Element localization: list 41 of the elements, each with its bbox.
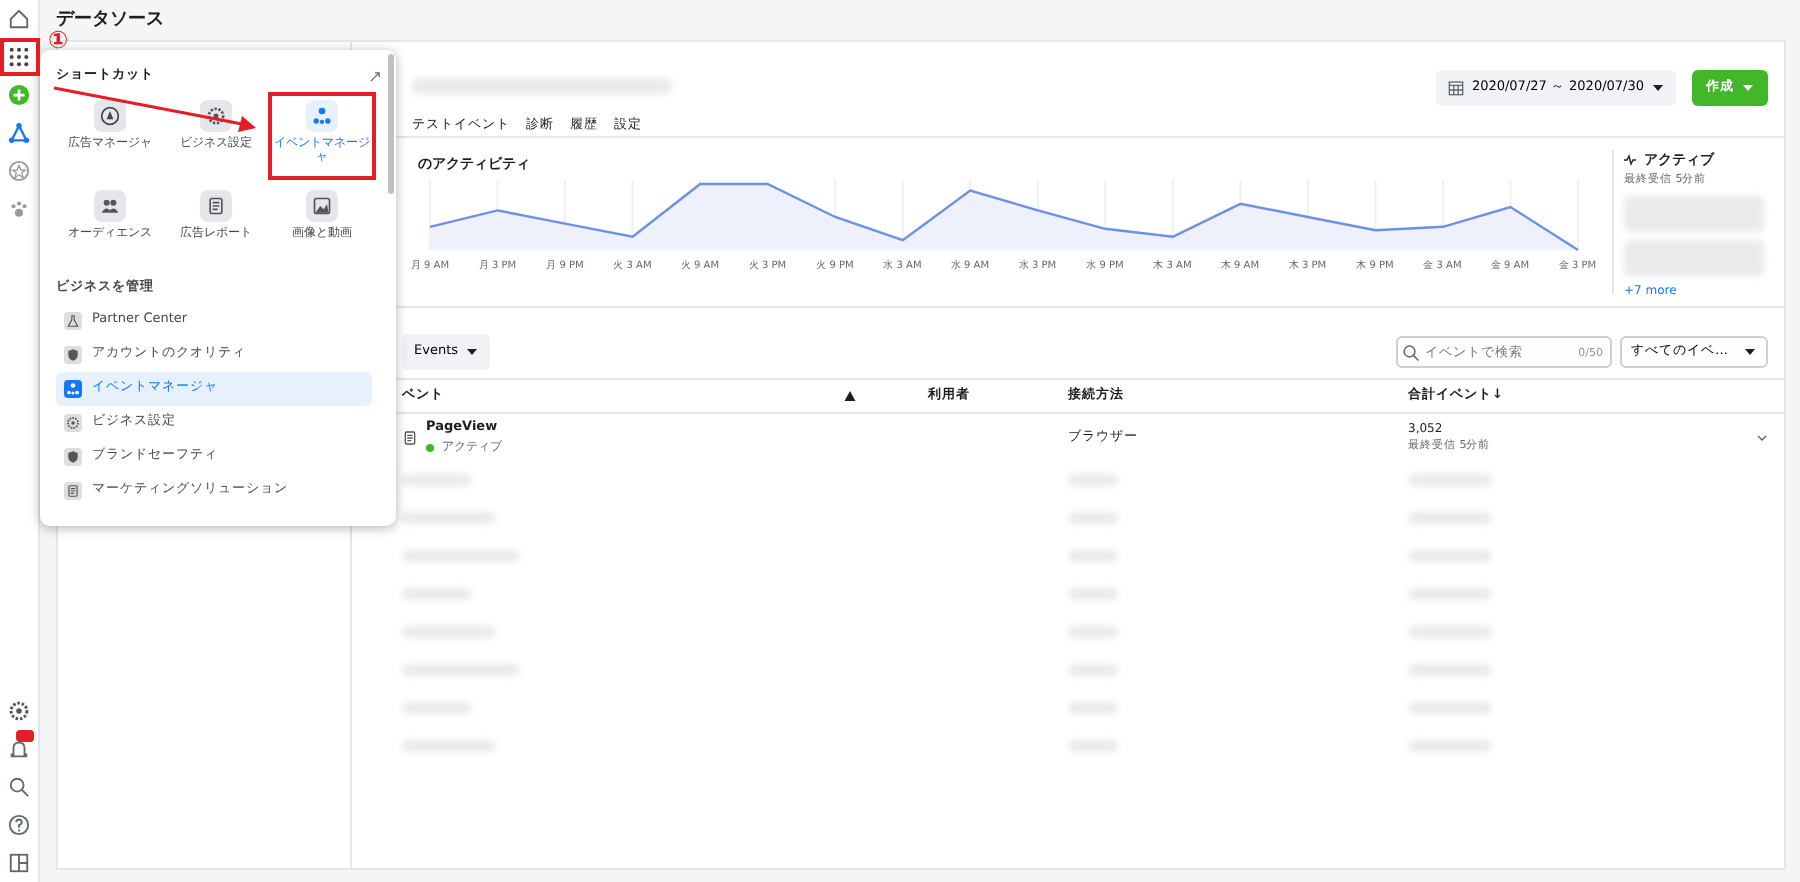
shield-icon: [66, 347, 80, 362]
image-icon: [312, 196, 332, 216]
expand-icon[interactable]: [370, 71, 380, 81]
star-icon[interactable]: [8, 160, 30, 182]
nodes-icon[interactable]: [8, 122, 30, 144]
nodes-icon: [312, 106, 332, 126]
bell-icon[interactable]: [8, 738, 30, 760]
chevron-down-icon[interactable]: [1756, 431, 1768, 444]
highlight-box: [0, 38, 40, 76]
panel-icon[interactable]: [8, 852, 30, 874]
home-icon[interactable]: [8, 8, 30, 30]
search-icon[interactable]: [8, 776, 30, 798]
caret-icon: [466, 345, 479, 358]
caret-icon: [1742, 81, 1754, 94]
warning-icon: [844, 389, 856, 402]
document-icon: [402, 429, 418, 446]
scrollbar[interactable]: [388, 54, 394, 194]
calendar-icon: [1447, 79, 1464, 96]
people-icon: [100, 196, 120, 216]
add-icon[interactable]: [8, 84, 30, 106]
blurred-cell: [402, 474, 472, 487]
flask-icon: [66, 313, 80, 328]
page-title: データソース: [56, 8, 164, 30]
caret-icon: [1744, 345, 1756, 358]
apps-grid-icon[interactable]: [8, 46, 30, 68]
target-icon: [100, 106, 120, 126]
gear-icon: [206, 106, 226, 126]
pulse-icon: [1624, 154, 1636, 167]
document-icon: [66, 483, 80, 498]
notification-badge: [16, 730, 34, 742]
caret-icon: [1652, 81, 1664, 94]
help-icon[interactable]: [8, 814, 30, 836]
nodes-icon: [66, 381, 80, 396]
gear-icon: [66, 415, 80, 430]
step-number: ①: [48, 28, 69, 52]
search-icon: [1401, 343, 1419, 362]
shield-icon: [66, 449, 80, 464]
document-icon: [206, 196, 226, 216]
blurred-cell: [402, 512, 496, 525]
paw-icon[interactable]: [8, 198, 30, 220]
gear-icon[interactable]: [8, 700, 30, 722]
